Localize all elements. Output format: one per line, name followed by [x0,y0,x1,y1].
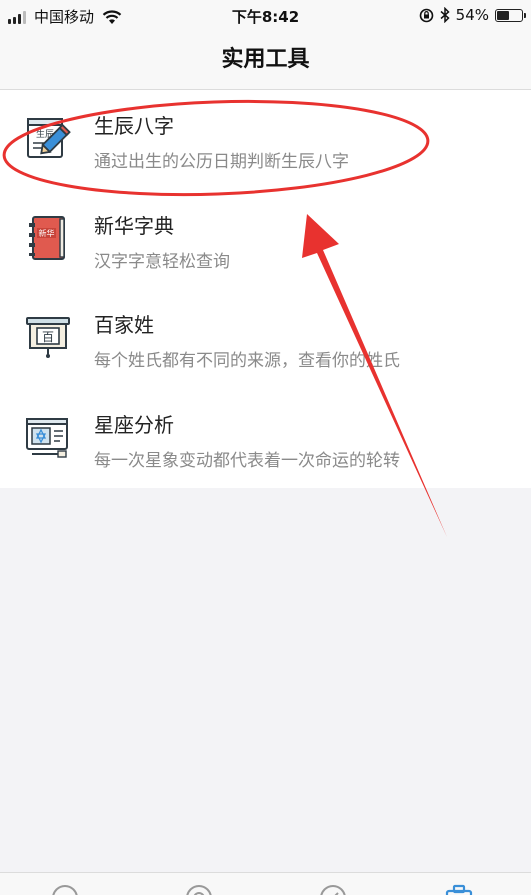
battery-percent: 54% [455,6,489,24]
tool-description: 通过出生的公历日期判断生辰八字 [94,152,349,172]
constellation-monitor-icon [26,417,68,458]
tool-name: 生辰八字 [94,114,174,138]
dictionary-book-icon: 新华 [29,215,65,260]
tab-tools-icon[interactable] [444,883,474,895]
bluetooth-icon [440,7,450,23]
tool-item-surnames[interactable]: 百 百家姓 每个姓氏都有不同的来源，查看你的姓氏 [0,289,531,389]
tool-item-dictionary[interactable]: 新华 新华字典 汉字字意轻松查询 [0,190,531,290]
tab-home-icon[interactable] [50,883,80,895]
bazi-pencil-icon: 生辰 [27,118,71,158]
tool-list: 生辰 生辰八字 通过出生的公历日期判断生辰八字 新华 新华字典 汉字字意轻松查询 [0,90,531,488]
tool-description: 每一次星象变动都代表着一次命运的轮转 [94,450,400,471]
page-title: 实用工具 [221,47,310,72]
battery-icon [495,8,526,22]
tab-discover-icon[interactable] [184,883,214,895]
tool-name: 新华字典 [94,213,174,238]
status-bar: 中国移动 下午8:42 54% [0,0,531,32]
tool-item-bazi[interactable]: 生辰 生辰八字 通过出生的公历日期判断生辰八字 [0,90,531,190]
status-right: 54% [419,6,526,24]
dictionary-icon-text: 新华 [39,228,55,238]
tool-description: 汉字字意轻松查询 [94,251,230,272]
tool-name: 星座分析 [94,412,174,437]
battery-level [497,10,510,20]
orientation-lock-icon [419,8,433,22]
tool-item-constellation[interactable]: 星座分析 每一次星象变动都代表着一次命运的轮转 [0,389,531,489]
surname-board-icon: 百 [26,317,70,358]
tool-description: 每个姓氏都有不同的来源，查看你的姓氏 [94,351,400,371]
tool-name: 百家姓 [94,313,154,337]
surname-icon-text: 百 [42,330,54,344]
tab-bar [0,872,531,895]
nav-bar: 实用工具 [0,32,531,90]
tab-compass-icon[interactable] [318,883,348,895]
